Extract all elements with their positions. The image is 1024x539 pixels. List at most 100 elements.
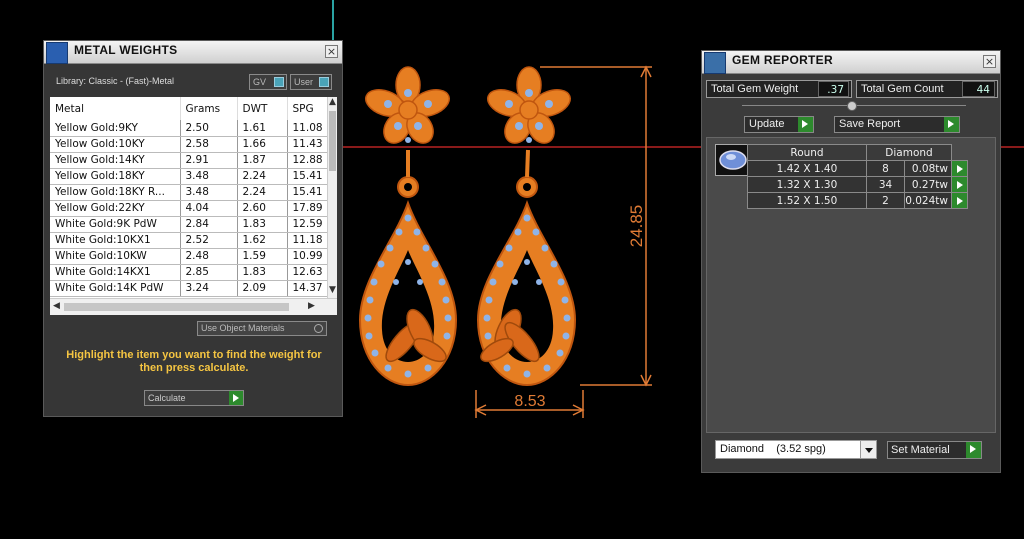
- column-header-spg[interactable]: SPG: [287, 97, 328, 120]
- material-header: Diamond: [866, 144, 952, 161]
- grams-cell: 2.50: [180, 120, 238, 137]
- height-dimension-label: 24.85: [627, 205, 646, 248]
- play-icon[interactable]: [951, 160, 968, 177]
- material-select[interactable]: Diamond (3.52 spg): [715, 440, 877, 459]
- table-row[interactable]: White Gold:9K PdW 2.84 1.83 12.59: [50, 216, 328, 233]
- weight-cell: 0.27tw: [904, 176, 952, 193]
- metal-cell: White Gold:10KW: [50, 248, 181, 265]
- total-gem-weight-text: Total Gem Weight: [711, 83, 799, 95]
- dwt-cell: 1.87: [237, 152, 288, 169]
- metal-cell: Yellow Gold:22KY: [50, 200, 181, 217]
- earring-right[interactable]: [476, 66, 577, 387]
- spg-cell: 10.99: [287, 248, 328, 265]
- table-row[interactable]: Yellow Gold:14KY 2.91 1.87 12.88: [50, 152, 328, 169]
- metal-weights-panel: METAL WEIGHTS × Library: Classic - (Fast…: [43, 40, 343, 417]
- metal-cell: White Gold:14KX1: [50, 264, 181, 281]
- save-report-button[interactable]: Save Report: [834, 116, 960, 133]
- size-cell: 1.52 X 1.50: [747, 192, 867, 209]
- column-header-dwt[interactable]: DWT: [237, 97, 288, 120]
- table-row[interactable]: White Gold:14K PdW 3.24 2.09 14.37: [50, 280, 328, 297]
- dwt-cell: 1.83: [237, 216, 288, 233]
- close-button[interactable]: ×: [983, 55, 996, 68]
- metal-table[interactable]: Metal Grams DWT SPG Yellow Gold:9KY 2.50 1…: [50, 97, 337, 315]
- count-cell: 2: [866, 192, 905, 209]
- grams-cell: 2.48: [180, 248, 238, 265]
- spg-cell: 14.37: [287, 280, 328, 297]
- total-gem-weight-value: .37: [818, 81, 849, 97]
- metal-cell: Yellow Gold:18KY R...: [50, 184, 181, 201]
- metal-cell: White Gold:9K PdW: [50, 216, 181, 233]
- metal-weights-titlebar[interactable]: METAL WEIGHTS ×: [44, 41, 342, 64]
- metal-cell: Yellow Gold:14KY: [50, 152, 181, 169]
- grams-cell: 3.48: [180, 168, 238, 185]
- gv-toggle[interactable]: GV: [249, 74, 287, 90]
- grams-cell: 2.52: [180, 232, 238, 249]
- table-header-row: Metal Grams DWT SPG: [50, 97, 328, 120]
- gem-table[interactable]: Round Diamond 1.42 X 1.40 8 0.08tw 1.32 X 1…: [747, 144, 968, 209]
- count-cell: 34: [866, 176, 905, 193]
- play-icon: [229, 391, 243, 405]
- grams-cell: 2.58: [180, 136, 238, 153]
- spg-cell: 12.59: [287, 216, 328, 233]
- metal-cell: Yellow Gold:18KY: [50, 168, 181, 185]
- user-toggle[interactable]: User: [290, 74, 332, 90]
- spg-cell: 17.89: [287, 200, 328, 217]
- table-row[interactable]: Yellow Gold:18KY R... 3.48 2.24 15.41: [50, 184, 328, 201]
- calculate-button[interactable]: Calculate: [144, 390, 244, 406]
- round-gem-icon[interactable]: [715, 144, 751, 176]
- play-icon: [798, 117, 813, 132]
- table-row[interactable]: Yellow Gold:22KY 4.04 2.60 17.89: [50, 200, 328, 217]
- horizontal-scrollbar[interactable]: ◀ ▶: [50, 298, 337, 315]
- spg-cell: 11.08: [287, 120, 328, 137]
- spg-cell: 12.88: [287, 152, 328, 169]
- gem-row[interactable]: 1.42 X 1.40 8 0.08tw: [747, 160, 968, 177]
- metal-cell: White Gold:10KX1: [50, 232, 181, 249]
- table-row[interactable]: White Gold:14KX1 2.85 1.83 12.63: [50, 264, 328, 281]
- metal-weights-title: METAL WEIGHTS: [74, 43, 178, 57]
- grams-cell: 2.84: [180, 216, 238, 233]
- close-button[interactable]: ×: [325, 45, 338, 58]
- size-cell: 1.32 X 1.30: [747, 176, 867, 193]
- gem-row[interactable]: 1.32 X 1.30 34 0.27tw: [747, 176, 968, 193]
- save-report-label: Save Report: [839, 118, 901, 130]
- spg-cell: 11.18: [287, 232, 328, 249]
- play-icon[interactable]: [951, 192, 968, 209]
- gem-list-area[interactable]: Round Diamond 1.42 X 1.40 8 0.08tw 1.32 X 1…: [706, 137, 996, 433]
- chevron-down-icon: [860, 441, 876, 458]
- size-cell: 1.42 X 1.40: [747, 160, 867, 177]
- gem-reporter-title: GEM REPORTER: [732, 53, 833, 67]
- spg-cell: 15.41: [287, 168, 328, 185]
- gem-table-header: Round Diamond: [747, 144, 968, 161]
- metal-cell: Yellow Gold:9KY: [50, 120, 181, 137]
- column-header-metal[interactable]: Metal: [50, 97, 181, 120]
- set-material-label: Set Material: [891, 444, 950, 456]
- dwt-cell: 1.62: [237, 232, 288, 249]
- earring-left[interactable]: [358, 66, 458, 387]
- gem-reporter-titlebar[interactable]: GEM REPORTER ×: [702, 51, 1000, 74]
- play-icon[interactable]: [951, 176, 968, 193]
- spg-cell: 12.63: [287, 264, 328, 281]
- set-material-button[interactable]: Set Material: [887, 441, 982, 459]
- table-row[interactable]: White Gold:10KW 2.48 1.59 10.99: [50, 248, 328, 265]
- grams-cell: 4.04: [180, 200, 238, 217]
- user-toggle-label: User: [294, 77, 314, 87]
- material-select-value: Diamond (3.52 spg): [720, 443, 826, 455]
- instruction-text: Highlight the item you want to find the …: [66, 349, 322, 374]
- report-icon: [704, 52, 726, 74]
- grams-cell: 2.91: [180, 152, 238, 169]
- table-row[interactable]: Yellow Gold:9KY 2.50 1.61 11.08: [50, 120, 328, 137]
- gv-toggle-label: GV: [253, 77, 267, 87]
- column-header-grams[interactable]: Grams: [180, 97, 238, 120]
- update-label: Update: [749, 118, 785, 130]
- update-button[interactable]: Update: [744, 116, 814, 133]
- use-object-materials-toggle[interactable]: Use Object Materials: [197, 321, 327, 336]
- splitter-handle[interactable]: [847, 101, 857, 111]
- table-row[interactable]: White Gold:10KX1 2.52 1.62 11.18: [50, 232, 328, 249]
- table-row[interactable]: Yellow Gold:18KY 3.48 2.24 15.41: [50, 168, 328, 185]
- use-object-materials-label: Use Object Materials: [201, 323, 285, 333]
- dwt-cell: 1.83: [237, 264, 288, 281]
- vertical-scrollbar[interactable]: ▲ ▼: [327, 97, 337, 298]
- table-row[interactable]: Yellow Gold:10KY 2.58 1.66 11.43: [50, 136, 328, 153]
- gem-row[interactable]: 1.52 X 1.50 2 0.024tw: [747, 192, 968, 209]
- play-icon: [944, 117, 959, 132]
